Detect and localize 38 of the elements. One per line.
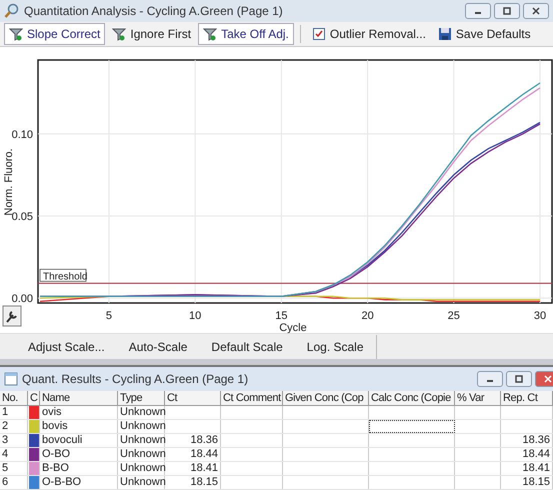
- table-cell: 18.36: [165, 434, 221, 447]
- table-cell: Unknown: [118, 476, 165, 489]
- table-cell: 6: [0, 476, 28, 489]
- axis-tick-label: 0.10: [12, 128, 33, 141]
- table-cell: 1: [0, 406, 28, 419]
- axis-tick-label: 20: [361, 310, 374, 322]
- window-title: Quant. Results - Cycling A.Green (Page 1): [22, 371, 250, 388]
- table-cell: 18.44: [501, 448, 553, 461]
- table-cell: 18.41: [165, 462, 221, 475]
- table-cell: Unknown: [118, 406, 165, 419]
- axis-tick-label: 30: [534, 310, 546, 322]
- axis-tick-label: 0.00: [12, 293, 33, 306]
- table-cell: 5: [0, 462, 28, 475]
- axis-tick-label: 25: [448, 310, 460, 322]
- table-cell: bovis: [40, 420, 118, 433]
- table-cell: 4: [0, 448, 28, 461]
- axis-title: Cycle: [279, 322, 307, 333]
- table-cell: 18.41: [501, 462, 553, 475]
- window-title: Quantitation Analysis - Cycling A.Green (Page 1): [24, 3, 284, 20]
- table-cell: Unknown: [118, 420, 165, 433]
- table-cell: 18.36: [501, 434, 553, 447]
- table-cell: O-BO: [40, 448, 118, 461]
- table-cell: 18.15: [501, 476, 553, 489]
- table-cell: 18.15: [165, 476, 221, 489]
- table-cell: B-BO: [40, 462, 118, 475]
- table-cell: Unknown: [118, 462, 165, 475]
- axis-tick-label: 15: [275, 310, 288, 322]
- table-cell: bovoculi: [40, 434, 118, 447]
- table-cell: Unknown: [118, 434, 165, 447]
- table-cell: ovis: [40, 406, 118, 419]
- axis-tick-label: 5: [106, 310, 112, 322]
- table-cell: 18.44: [165, 448, 221, 461]
- table-cell: Unknown: [118, 448, 165, 461]
- table-cell: 2: [0, 420, 28, 433]
- table-cell: O-B-BO: [40, 476, 118, 489]
- axis-tick-label: 10: [189, 310, 202, 322]
- axis-tick-label: 0.05: [12, 210, 33, 223]
- table-cell: 3: [0, 434, 28, 447]
